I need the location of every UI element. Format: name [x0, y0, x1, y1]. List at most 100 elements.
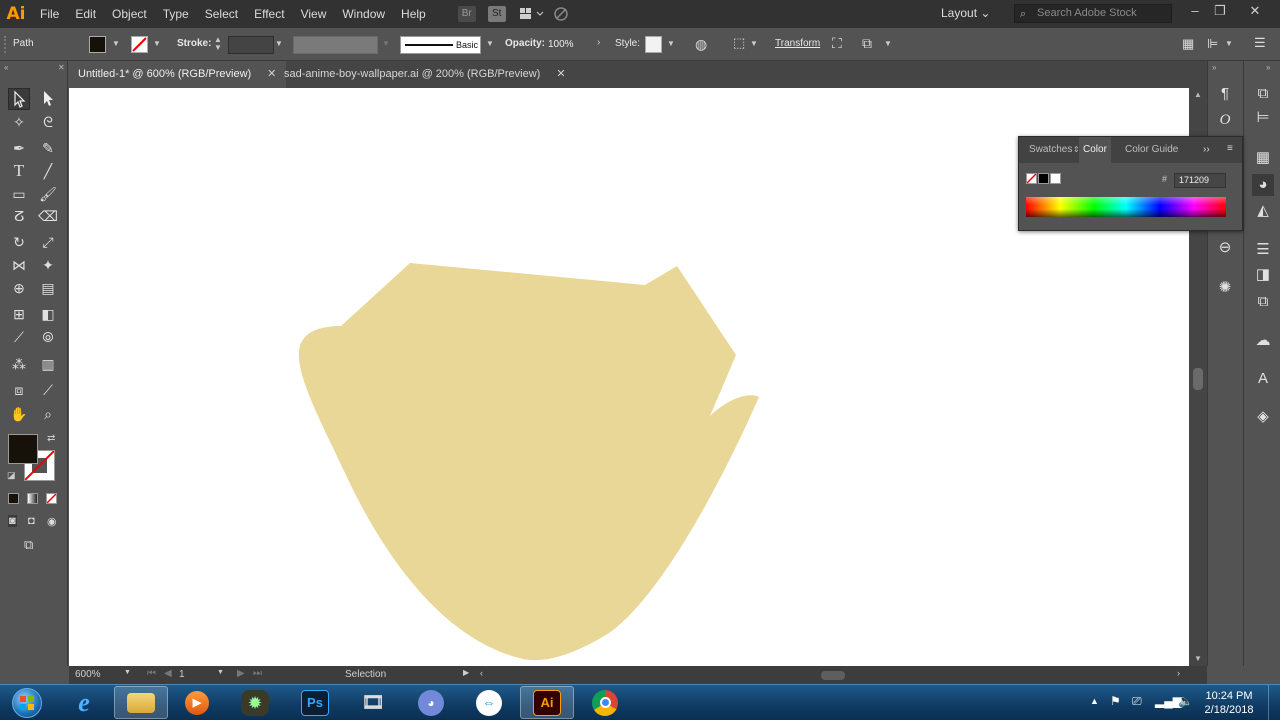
direct-selection-tool-icon[interactable]	[37, 88, 59, 110]
swatches-panel-icon[interactable]: ▦	[1252, 147, 1274, 169]
rotate-tool-icon[interactable]: ↻	[8, 231, 30, 253]
menu-window[interactable]: Window	[334, 0, 393, 28]
rectangle-tool-icon[interactable]: ▭	[8, 183, 30, 205]
tab-swatches[interactable]: Swatches	[1025, 137, 1076, 163]
face-shape[interactable]	[298, 263, 759, 661]
column-graph-tool-icon[interactable]: ▥	[37, 353, 59, 375]
tab-sad-anime-boy[interactable]: sad-anime-boy-wallpaper.ai @ 200% (RGB/P…	[274, 61, 576, 88]
workspace-switcher[interactable]: Layout ⌄	[941, 6, 990, 20]
stock-search-input[interactable]: ⌕ Search Adobe Stock	[1014, 4, 1172, 23]
perspective-grid-tool-icon[interactable]: ▤	[37, 277, 59, 299]
menu-file[interactable]: File	[32, 0, 67, 28]
zoom-level[interactable]: 600%	[75, 669, 101, 680]
taskbar-file-explorer[interactable]	[114, 686, 168, 719]
isolate-icon[interactable]: ⛶	[832, 35, 842, 52]
profile-dropdown[interactable]: ▼	[382, 39, 390, 48]
taskbar-movie-maker[interactable]: 🎞	[346, 686, 400, 719]
menu-view[interactable]: View	[293, 0, 335, 28]
puppet-warp-tool-icon[interactable]: ✦	[37, 254, 59, 276]
collapse-arrows-icon[interactable]: «	[4, 63, 8, 72]
line-segment-tool-icon[interactable]: ╱	[37, 160, 59, 182]
menu-type[interactable]: Type	[155, 0, 197, 28]
volume-icon[interactable]: 🔈	[1178, 694, 1193, 708]
last-artboard-icon[interactable]: ⏭	[253, 668, 262, 679]
selection-tool-icon[interactable]	[8, 88, 30, 110]
blend-tool-icon[interactable]: ⦾	[37, 326, 59, 348]
scale-tool-icon[interactable]: ⤢	[37, 231, 59, 253]
stroke-weight-dropdown[interactable]: ▼	[275, 39, 283, 48]
links-panel-icon[interactable]: ⊖	[1214, 237, 1236, 259]
draw-normal-icon[interactable]: ◙	[8, 515, 17, 527]
brush-dropdown[interactable]: ▼	[486, 39, 494, 48]
scroll-up-icon[interactable]: ▲	[1194, 90, 1202, 99]
taskbar-chrome[interactable]	[578, 686, 632, 719]
scroll-right-icon[interactable]: ›	[1177, 668, 1180, 678]
show-hidden-icons[interactable]: ▲	[1090, 696, 1099, 706]
character-panel-icon[interactable]: A	[1252, 368, 1274, 390]
menu-object[interactable]: Object	[104, 0, 155, 28]
close-tools-icon[interactable]: ✕	[58, 63, 65, 72]
tab-color-guide[interactable]: Color Guide	[1121, 137, 1182, 163]
menu-edit[interactable]: Edit	[67, 0, 104, 28]
minimize-button[interactable]: –	[1182, 3, 1208, 18]
zoom-tool-icon[interactable]: ⌕	[37, 403, 59, 425]
horizontal-scroll-thumb[interactable]	[821, 671, 845, 680]
taskbar-discord[interactable]: ◕	[404, 686, 458, 719]
eraser-tool-icon[interactable]: ⌫	[37, 205, 59, 227]
artboard-tool-icon[interactable]: ⧈	[8, 379, 30, 401]
color-spectrum[interactable]	[1026, 197, 1226, 217]
opacity-input[interactable]: 100%	[545, 36, 593, 54]
pen-tool-icon[interactable]: ✒	[8, 137, 30, 159]
style-dropdown[interactable]: ▼	[667, 39, 675, 48]
none-color-swatch[interactable]	[1026, 173, 1037, 184]
artboard-dropdown[interactable]: ▼	[217, 669, 224, 676]
stroke-dropdown[interactable]: ▼	[153, 39, 161, 48]
default-fill-stroke-icon[interactable]: ◪	[7, 470, 16, 481]
swap-fill-stroke-icon[interactable]: ⇄	[47, 433, 55, 444]
bridge-icon[interactable]: Br	[457, 6, 476, 22]
hand-tool-icon[interactable]: ✋	[8, 403, 30, 425]
paragraph-panel-icon[interactable]: ¶	[1214, 83, 1236, 105]
color-mode-icon[interactable]	[8, 493, 19, 504]
color-guide-panel-icon[interactable]: ◭	[1252, 200, 1274, 222]
graphic-style-swatch[interactable]	[645, 36, 662, 53]
prev-artboard-icon[interactable]: ◀	[164, 668, 172, 679]
eyedropper-tool-icon[interactable]: ⟋	[8, 326, 30, 348]
stroke-swatch[interactable]	[131, 36, 148, 53]
stroke-weight-stepper[interactable]: ▲ ▼	[214, 36, 222, 52]
scroll-left-icon[interactable]: ‹	[480, 668, 483, 678]
close-tab-icon[interactable]: ✕	[556, 68, 565, 80]
fill-color-box[interactable]	[8, 434, 38, 464]
taskbar-illustrator[interactable]: Ai	[520, 686, 574, 719]
magic-wand-tool-icon[interactable]: ✧	[8, 111, 30, 133]
align-icon[interactable]: ⬚	[733, 35, 745, 51]
status-menu-icon[interactable]: ▶	[463, 668, 469, 677]
taskbar-media-player[interactable]: ▶	[170, 686, 224, 719]
symbols-panel-icon[interactable]: ✺	[1214, 277, 1236, 299]
arrange-documents-icon[interactable]	[518, 6, 546, 22]
transform-panel-icon[interactable]: ⊫	[1207, 36, 1218, 52]
arrange-dropdown[interactable]: ▼	[884, 39, 892, 48]
first-artboard-icon[interactable]: ⏮	[147, 668, 156, 679]
draw-behind-icon[interactable]: ◘	[28, 515, 35, 527]
variable-width-profile[interactable]	[293, 36, 378, 54]
close-window-button[interactable]: ✕	[1242, 3, 1268, 19]
lasso-tool-icon[interactable]: ᘓ	[37, 111, 59, 133]
symbol-sprayer-tool-icon[interactable]: ⁂	[8, 353, 30, 375]
taskbar-app-grenade[interactable]: ✹	[228, 686, 282, 719]
black-swatch[interactable]	[1038, 173, 1049, 184]
taskbar-teamviewer[interactable]: ⇔	[462, 686, 516, 719]
gradient-tool-icon[interactable]: ◧	[37, 303, 59, 325]
width-tool-icon[interactable]: ⋈	[8, 254, 30, 276]
start-button[interactable]	[0, 686, 54, 719]
artboard-number[interactable]: 1	[179, 669, 185, 680]
shape-builder-tool-icon[interactable]: ⊕	[8, 277, 30, 299]
transform-link[interactable]: Transform	[775, 38, 820, 49]
menu-effect[interactable]: Effect	[246, 0, 292, 28]
collapse-dock-2-icon[interactable]: »	[1266, 63, 1270, 72]
artboards-panel-icon[interactable]: ⧉	[1252, 83, 1274, 105]
stroke-panel-icon[interactable]: ☰	[1252, 239, 1274, 261]
recolor-artwork-icon[interactable]: ◍	[695, 36, 707, 53]
gradient-mode-icon[interactable]	[27, 493, 38, 504]
opacity-arrow-icon[interactable]: ›	[597, 37, 600, 48]
